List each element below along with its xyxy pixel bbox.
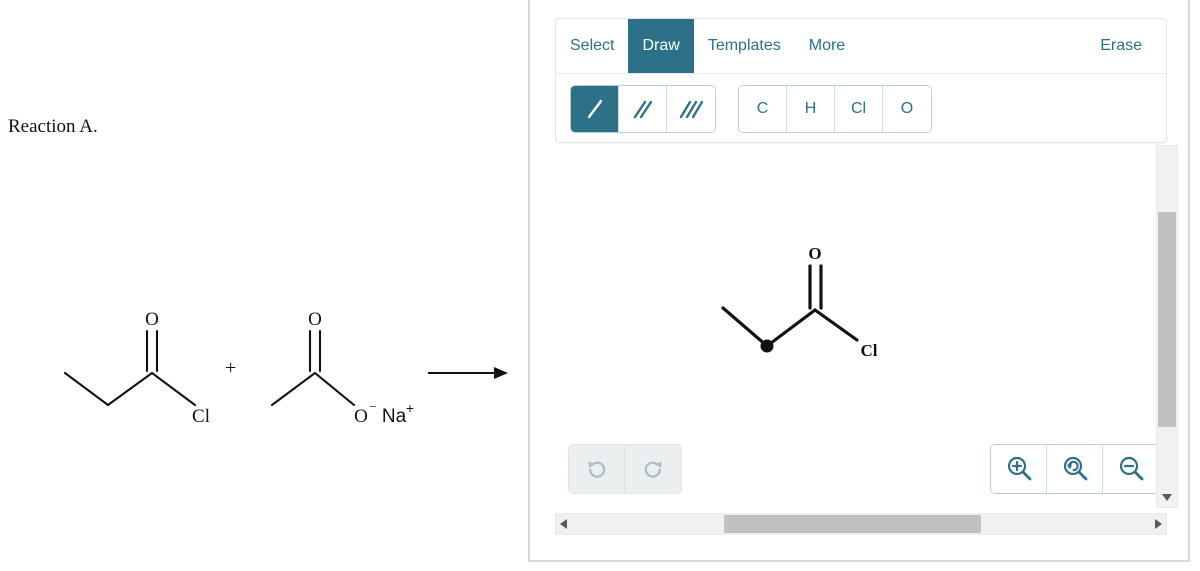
drawn-molecule-propanoyl-chloride[interactable]: O Cl [705,240,895,370]
scroll-down-arrow-icon[interactable] [1157,489,1177,505]
triple-bond-icon [679,100,704,119]
editor-menu-bar: Select Draw Templates More Erase [556,19,1166,74]
bond-tool-group [570,85,716,133]
atom-label-oxygen[interactable]: O [808,244,821,263]
molecule-editor-panel: Select Draw Templates More Erase C H Cl … [528,0,1190,562]
charge-minus: − [369,399,376,414]
element-button-chlorine[interactable]: Cl [835,86,883,132]
element-button-carbon[interactable]: C [739,86,787,132]
editor-toolbar: Select Draw Templates More Erase C H Cl … [555,18,1167,143]
redo-button[interactable] [625,445,681,493]
editor-tool-row: C H Cl O [556,74,1166,133]
atom-label-oxygen-anion: O [354,406,368,427]
element-button-hydrogen[interactable]: H [787,86,835,132]
zoom-reset-icon [1063,456,1087,481]
erase-button[interactable]: Erase [1086,19,1156,73]
double-bond-icon [633,100,652,119]
single-bond-icon [587,99,602,119]
atom-label-sodium: Na [382,406,407,427]
reactant-propanoyl-chloride: O Cl [45,305,220,435]
vertical-scrollbar-thumb[interactable] [1158,212,1176,427]
atom-label-oxygen: O [145,309,159,330]
zoom-in-button[interactable] [991,445,1047,493]
menu-item-draw[interactable]: Draw [628,19,694,73]
atom-label-carbonyl-oxygen: O [308,309,322,330]
undo-button[interactable] [569,445,625,493]
scroll-right-arrow-icon[interactable] [1154,514,1163,534]
vertical-scrollbar[interactable] [1156,145,1178,508]
reactant-sodium-acetate: O O − Na + [258,305,433,435]
history-control-group [568,444,682,494]
zoom-in-icon [1007,456,1031,481]
page-title: Reaction A. [8,116,98,137]
menu-item-select[interactable]: Select [556,19,628,73]
reaction-arrow [428,364,510,382]
undo-icon [587,461,605,478]
selected-vertex-marker[interactable] [760,339,774,353]
triple-bond-button[interactable] [667,86,715,132]
charge-plus: + [406,400,414,416]
scroll-left-arrow-icon[interactable] [559,514,568,534]
zoom-control-group [990,444,1160,494]
menu-item-templates[interactable]: Templates [694,19,795,73]
zoom-out-icon [1119,456,1144,481]
plus-sign: + [225,357,237,379]
redo-icon [644,461,662,478]
element-tool-group: C H Cl O [738,85,932,133]
atom-label-chlorine: Cl [192,406,210,427]
horizontal-scrollbar-thumb[interactable] [724,515,981,533]
element-button-oxygen[interactable]: O [883,86,931,132]
question-area: Reaction A. O Cl + O O − Na + [0,0,528,571]
double-bond-button[interactable] [619,86,667,132]
zoom-out-button[interactable] [1103,445,1159,493]
horizontal-scrollbar[interactable] [555,513,1167,535]
zoom-reset-button[interactable] [1047,445,1103,493]
single-bond-button[interactable] [571,86,619,132]
atom-label-chlorine[interactable]: Cl [861,341,878,360]
menu-item-more[interactable]: More [795,19,859,73]
